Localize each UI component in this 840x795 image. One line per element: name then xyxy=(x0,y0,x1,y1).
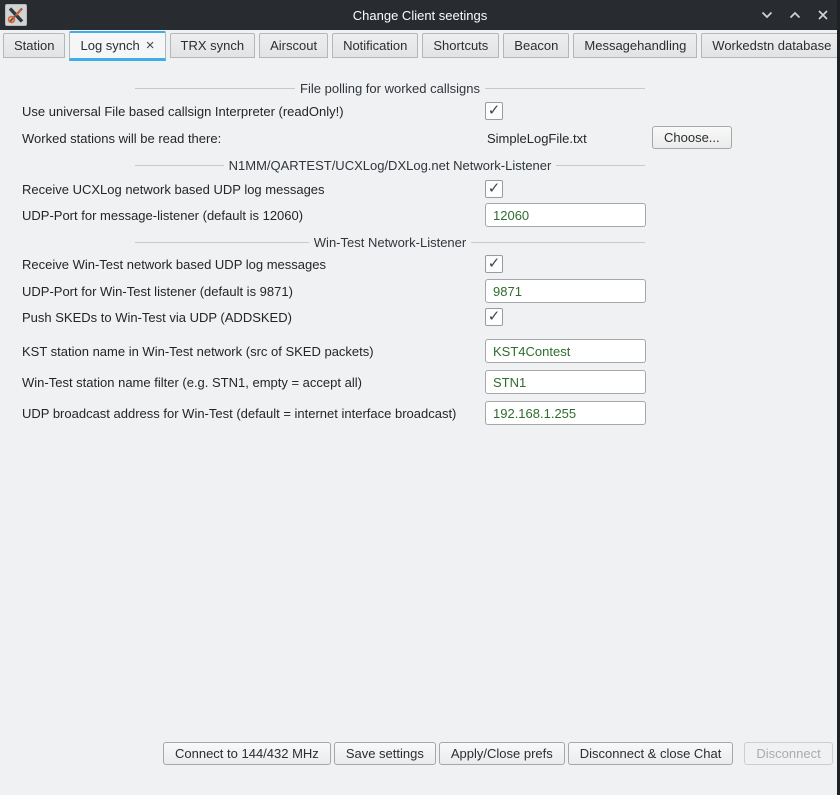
setting-row: Use universal File based callsign Interp… xyxy=(0,101,840,121)
tab-bar: Station Log synch × TRX synch Airscout N… xyxy=(0,30,840,62)
tab-notification[interactable]: Notification xyxy=(332,33,418,58)
setting-row: Push SKEDs to Win-Test via UDP (ADDSKED) xyxy=(0,307,840,327)
group-header-file-polling: File polling for worked callsigns xyxy=(135,81,645,95)
udp-port-message-listener-input[interactable] xyxy=(485,203,646,227)
tab-messagehandling[interactable]: Messagehandling xyxy=(573,33,697,58)
divider-line xyxy=(556,165,645,166)
divider-line xyxy=(135,165,224,166)
window-title: Change Client seetings xyxy=(0,8,840,23)
close-window-button[interactable] xyxy=(815,7,831,23)
udp-port-wintest-input[interactable] xyxy=(485,279,646,303)
close-icon xyxy=(816,8,830,22)
setting-row: Win-Test station name filter (e.g. STN1,… xyxy=(0,370,840,394)
tab-log-synch[interactable]: Log synch × xyxy=(69,31,165,61)
tab-trx-synch[interactable]: TRX synch xyxy=(170,33,256,58)
connect-button[interactable]: Connect to 144/432 MHz xyxy=(163,742,331,765)
group-header-n1mm-listener: N1MM/QARTEST/UCXLog/DXLog.net Network-Li… xyxy=(135,158,645,172)
tab-beacon[interactable]: Beacon xyxy=(503,33,569,58)
udp-broadcast-address-input[interactable] xyxy=(485,401,646,425)
setting-row: UDP broadcast address for Win-Test (defa… xyxy=(0,401,840,425)
kst-station-name-input[interactable] xyxy=(485,339,646,363)
shade-window-button[interactable] xyxy=(759,7,775,23)
setting-row: Worked stations will be read there: Simp… xyxy=(0,126,840,150)
disconnect-close-chat-button[interactable]: Disconnect & close Chat xyxy=(568,742,734,765)
setting-row: KST station name in Win-Test network (sr… xyxy=(0,339,840,363)
setting-label: Use universal File based callsign Interp… xyxy=(22,104,344,119)
settings-dialog: Change Client seetings Station Log synch… xyxy=(0,0,840,795)
setting-label: Worked stations will be read there: xyxy=(22,131,221,146)
footer-buttons: Connect to 144/432 MHz Save settings App… xyxy=(163,742,833,765)
tab-shortcuts[interactable]: Shortcuts xyxy=(422,33,499,58)
setting-label: Receive UCXLog network based UDP log mes… xyxy=(22,182,325,197)
chevron-up-icon xyxy=(788,8,802,22)
setting-row: Receive Win-Test network based UDP log m… xyxy=(0,254,840,274)
setting-label: Receive Win-Test network based UDP log m… xyxy=(22,257,326,272)
setting-label: Win-Test station name filter (e.g. STN1,… xyxy=(22,375,362,390)
divider-line xyxy=(135,242,309,243)
save-settings-button[interactable]: Save settings xyxy=(334,742,436,765)
chevron-down-icon xyxy=(760,8,774,22)
universal-interpreter-checkbox[interactable] xyxy=(485,102,503,120)
setting-label: UDP-Port for message-listener (default i… xyxy=(22,208,303,223)
divider-line xyxy=(471,242,645,243)
close-tab-icon[interactable]: × xyxy=(146,38,155,53)
receive-ucxlog-checkbox[interactable] xyxy=(485,180,503,198)
receive-wintest-checkbox[interactable] xyxy=(485,255,503,273)
setting-row: Receive UCXLog network based UDP log mes… xyxy=(0,179,840,199)
maximize-window-button[interactable] xyxy=(787,7,803,23)
choose-file-button[interactable]: Choose... xyxy=(652,126,732,149)
group-title: File polling for worked callsigns xyxy=(300,81,480,96)
tab-label: Log synch xyxy=(80,38,139,53)
group-title: Win-Test Network-Listener xyxy=(314,235,466,250)
disconnect-button[interactable]: Disconnect xyxy=(744,742,832,765)
tab-airscout[interactable]: Airscout xyxy=(259,33,328,58)
tab-workedstn-database[interactable]: Workedstn database xyxy=(701,33,840,58)
setting-label: KST station name in Win-Test network (sr… xyxy=(22,344,374,359)
setting-row: UDP-Port for Win-Test listener (default … xyxy=(0,279,840,303)
divider-line xyxy=(135,88,295,89)
window-controls xyxy=(759,0,831,30)
group-header-wintest-listener: Win-Test Network-Listener xyxy=(135,235,645,249)
setting-label: UDP-Port for Win-Test listener (default … xyxy=(22,284,293,299)
wintest-station-filter-input[interactable] xyxy=(485,370,646,394)
push-skeds-checkbox[interactable] xyxy=(485,308,503,326)
divider-line xyxy=(485,88,645,89)
setting-row: UDP-Port for message-listener (default i… xyxy=(0,203,840,227)
titlebar: Change Client seetings xyxy=(0,0,840,30)
setting-label: Push SKEDs to Win-Test via UDP (ADDSKED) xyxy=(22,310,292,325)
setting-label: UDP broadcast address for Win-Test (defa… xyxy=(22,406,456,421)
tab-station[interactable]: Station xyxy=(3,33,65,58)
worked-stations-file-value: SimpleLogFile.txt xyxy=(487,131,587,146)
apply-close-prefs-button[interactable]: Apply/Close prefs xyxy=(439,742,565,765)
group-title: N1MM/QARTEST/UCXLog/DXLog.net Network-Li… xyxy=(229,158,552,173)
